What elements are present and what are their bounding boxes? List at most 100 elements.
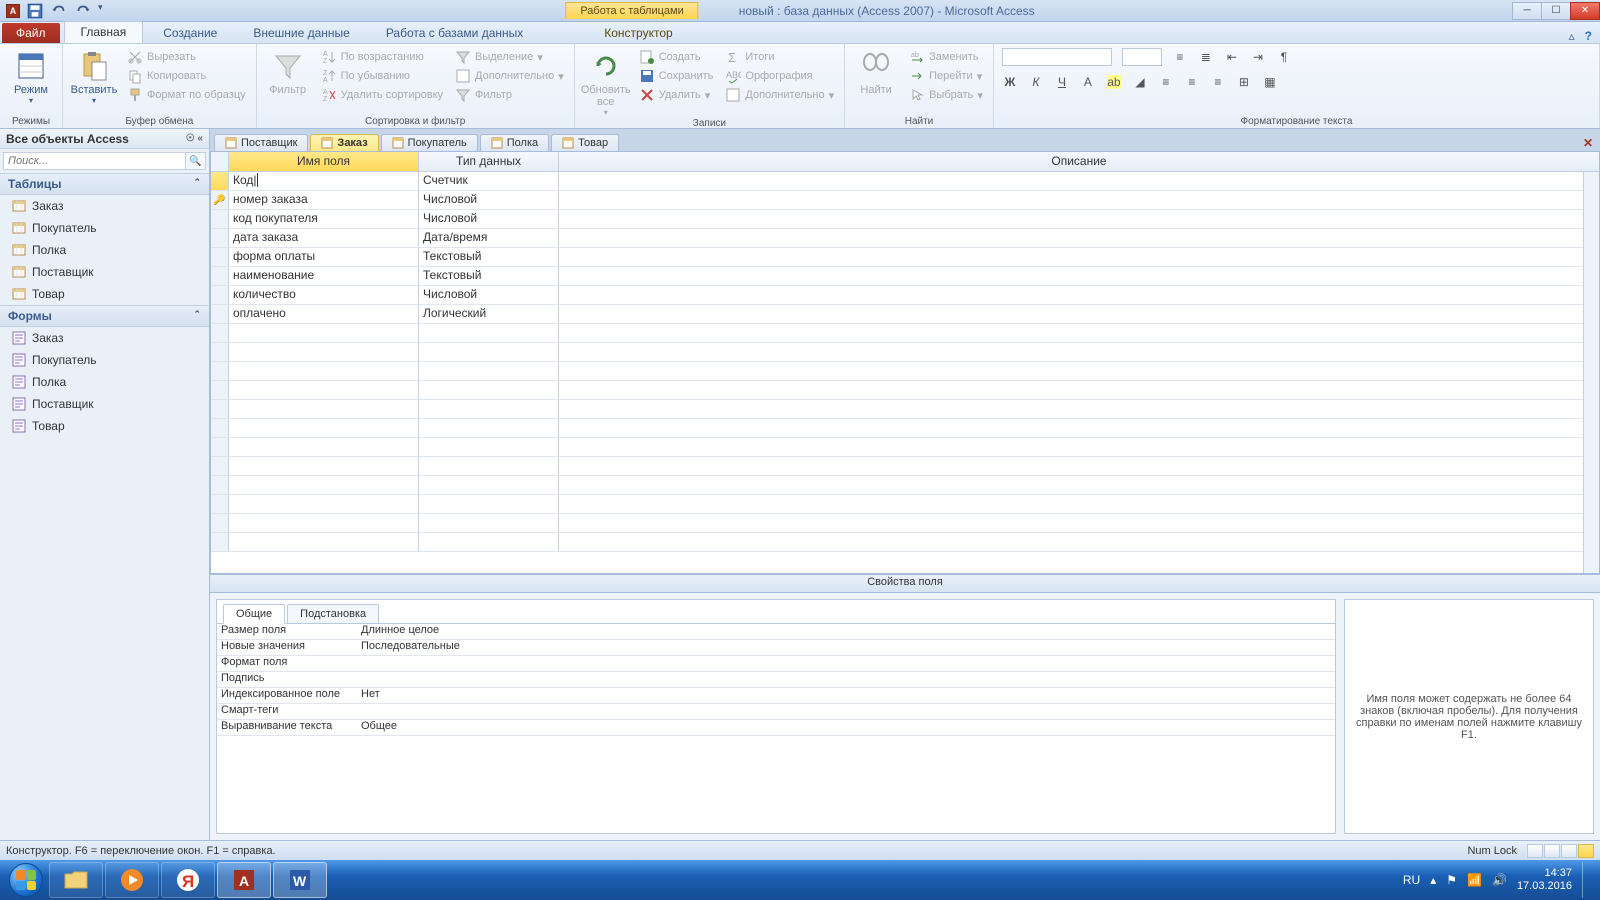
row-selector[interactable] xyxy=(211,400,229,418)
description-cell[interactable] xyxy=(559,457,1599,475)
property-row[interactable]: Новые значенияПоследовательные xyxy=(217,640,1335,656)
align-center-icon[interactable]: ≡ xyxy=(1182,72,1202,92)
data-type-cell[interactable]: Дата/время xyxy=(419,229,559,247)
taskbar-media-player[interactable] xyxy=(105,862,159,898)
data-type-cell[interactable] xyxy=(419,324,559,342)
row-selector[interactable] xyxy=(211,210,229,228)
description-cell[interactable] xyxy=(559,210,1599,228)
field-name-cell[interactable]: дата заказа xyxy=(229,229,419,247)
field-row[interactable]: оплачено Логический xyxy=(211,305,1599,324)
toggle-filter-button[interactable]: Фильтр xyxy=(451,86,568,104)
maximize-button[interactable]: ☐ xyxy=(1541,2,1571,20)
field-row[interactable]: код покупателя Числовой xyxy=(211,210,1599,229)
data-type-cell[interactable] xyxy=(419,381,559,399)
totals-button[interactable]: ΣИтоги xyxy=(721,48,838,66)
description-cell[interactable] xyxy=(559,514,1599,532)
field-name-cell[interactable]: номер заказа xyxy=(229,191,419,209)
search-icon[interactable]: 🔍 xyxy=(186,152,206,170)
navpane-item[interactable]: Покупатель xyxy=(0,349,209,371)
row-selector[interactable] xyxy=(211,514,229,532)
field-name-cell[interactable] xyxy=(229,343,419,361)
field-name-cell[interactable]: оплачено xyxy=(229,305,419,323)
format-painter-button[interactable]: Формат по образцу xyxy=(123,86,250,104)
navpane-search-input[interactable] xyxy=(3,152,186,170)
data-type-cell[interactable] xyxy=(419,400,559,418)
save-icon[interactable] xyxy=(26,2,44,20)
field-name-cell[interactable]: код покупателя xyxy=(229,210,419,228)
navpane-item[interactable]: Заказ xyxy=(0,327,209,349)
ltr-icon[interactable]: ¶ xyxy=(1274,47,1294,67)
description-cell[interactable] xyxy=(559,191,1599,209)
new-record-button[interactable]: Создать xyxy=(635,48,718,66)
property-row[interactable]: Формат поля xyxy=(217,656,1335,672)
property-row[interactable]: Смарт-теги xyxy=(217,704,1335,720)
description-cell[interactable] xyxy=(559,305,1599,323)
field-row[interactable]: наименование Текстовый xyxy=(211,267,1599,286)
field-name-cell[interactable] xyxy=(229,495,419,513)
start-button[interactable] xyxy=(4,860,48,900)
tray-clock[interactable]: 14:37 17.03.2016 xyxy=(1517,867,1572,893)
qat-customize-icon[interactable]: ▾ xyxy=(98,2,116,20)
close-button[interactable]: ✕ xyxy=(1570,2,1600,20)
property-value[interactable]: Нет xyxy=(357,688,1335,703)
description-cell[interactable] xyxy=(559,381,1599,399)
more-records-button[interactable]: Дополнительно ▾ xyxy=(721,86,838,104)
description-cell[interactable] xyxy=(559,495,1599,513)
data-type-cell[interactable]: Числовой xyxy=(419,191,559,209)
property-value[interactable]: Общее xyxy=(357,720,1335,735)
replace-button[interactable]: abЗаменить xyxy=(905,48,987,66)
property-value[interactable] xyxy=(357,672,1335,687)
row-selector[interactable] xyxy=(211,362,229,380)
paste-button[interactable]: Вставить ▾ xyxy=(69,46,119,105)
data-type-cell[interactable]: Числовой xyxy=(419,286,559,304)
field-name-cell[interactable]: количество xyxy=(229,286,419,304)
font-family-combo[interactable] xyxy=(1002,48,1112,66)
field-name-cell[interactable] xyxy=(229,438,419,456)
bullets-icon[interactable]: ≡ xyxy=(1170,47,1190,67)
field-row[interactable] xyxy=(211,514,1599,533)
font-size-combo[interactable] xyxy=(1122,48,1162,66)
field-name-cell[interactable] xyxy=(229,476,419,494)
ribbon-tab-design[interactable]: Конструктор xyxy=(588,23,688,43)
indent-inc-icon[interactable]: ⇥ xyxy=(1248,47,1268,67)
copy-button[interactable]: Копировать xyxy=(123,67,250,85)
property-value[interactable]: Длинное целое xyxy=(357,624,1335,639)
data-type-cell[interactable] xyxy=(419,343,559,361)
fill-color-icon[interactable]: ◢ xyxy=(1130,72,1150,92)
field-name-cell[interactable] xyxy=(229,324,419,342)
row-selector[interactable] xyxy=(211,438,229,456)
navpane-item[interactable]: Поставщик xyxy=(0,261,209,283)
numbering-icon[interactable]: ≣ xyxy=(1196,47,1216,67)
view-datasheet-icon[interactable] xyxy=(1527,844,1543,858)
navpane-item[interactable]: Товар xyxy=(0,415,209,437)
data-type-cell[interactable] xyxy=(419,495,559,513)
data-type-cell[interactable]: Логический xyxy=(419,305,559,323)
row-selector[interactable] xyxy=(211,495,229,513)
filter-button[interactable]: Фильтр xyxy=(263,46,313,96)
ribbon-tab-external-data[interactable]: Внешние данные xyxy=(237,23,366,43)
row-selector[interactable] xyxy=(211,229,229,247)
highlight-icon[interactable]: ab xyxy=(1104,72,1124,92)
gridlines-icon[interactable]: ⊞ xyxy=(1234,72,1254,92)
property-row[interactable]: Размер поляДлинное целое xyxy=(217,624,1335,640)
align-right-icon[interactable]: ≡ xyxy=(1208,72,1228,92)
ribbon-tab-database-tools[interactable]: Работа с базами данных xyxy=(370,23,539,43)
description-cell[interactable] xyxy=(559,267,1599,285)
field-row[interactable] xyxy=(211,438,1599,457)
data-type-cell[interactable] xyxy=(419,438,559,456)
advanced-filter-button[interactable]: Дополнительно ▾ xyxy=(451,67,568,85)
description-cell[interactable] xyxy=(559,172,1599,190)
property-value[interactable] xyxy=(357,704,1335,719)
field-row[interactable] xyxy=(211,343,1599,362)
data-type-cell[interactable] xyxy=(419,419,559,437)
bold-icon[interactable]: Ж xyxy=(1000,72,1020,92)
ribbon-minimize-icon[interactable]: ▵ xyxy=(1569,29,1575,43)
field-row[interactable]: дата заказа Дата/время xyxy=(211,229,1599,248)
description-cell[interactable] xyxy=(559,324,1599,342)
description-header[interactable]: Описание xyxy=(559,152,1599,171)
object-tab[interactable]: Покупатель xyxy=(381,134,478,151)
row-selector[interactable] xyxy=(211,172,229,190)
goto-button[interactable]: Перейти ▾ xyxy=(905,67,987,85)
field-name-cell[interactable] xyxy=(229,362,419,380)
taskbar-yandex[interactable]: Я xyxy=(161,862,215,898)
